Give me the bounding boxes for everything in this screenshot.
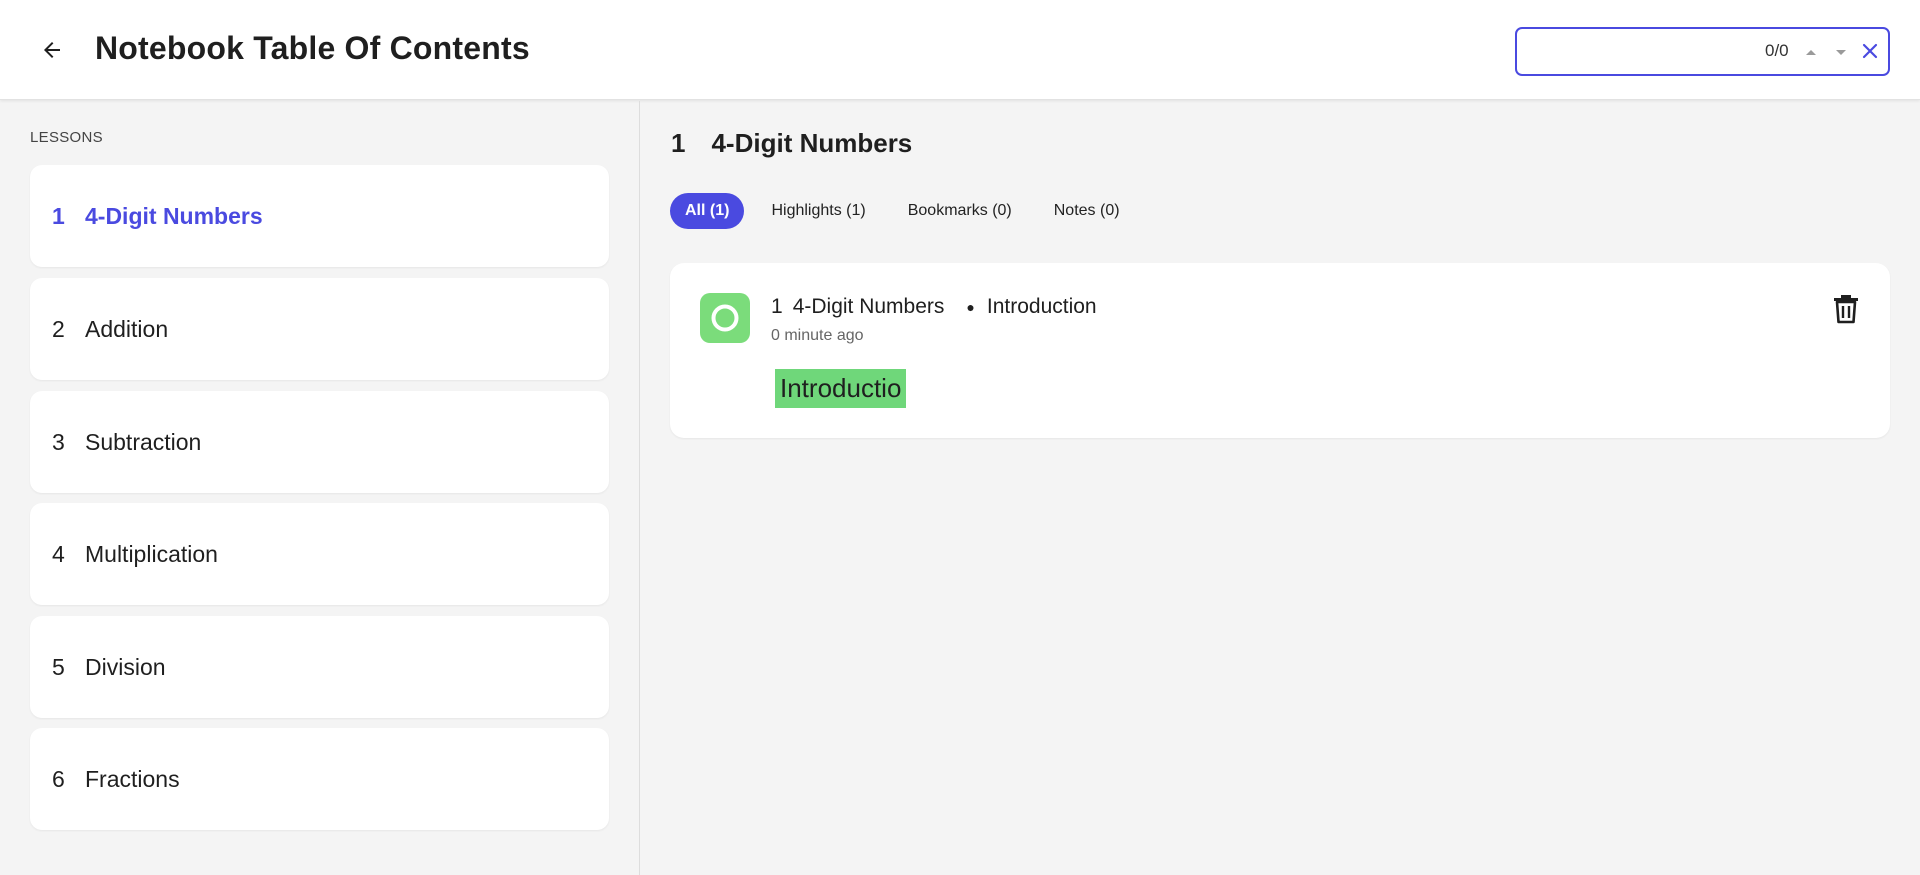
chevron-up-icon[interactable] bbox=[1802, 42, 1820, 62]
circle-icon bbox=[711, 304, 739, 332]
lesson-name: Multiplication bbox=[85, 540, 218, 567]
app-header: Notebook Table Of Contents 0/0 bbox=[0, 0, 1920, 100]
note-card[interactable]: 1 4-Digit Numbers ● Introduction 0 minut… bbox=[670, 263, 1890, 438]
filter-tabs: All (1) Highlights (1) Bookmarks (0) Not… bbox=[670, 193, 1147, 229]
sidebar-item-lesson-4[interactable]: 4 Multiplication bbox=[30, 503, 609, 605]
lesson-title: 1 4-Digit Numbers bbox=[671, 128, 912, 159]
lesson-number: 3 bbox=[52, 428, 65, 455]
sidebar-item-lesson-2[interactable]: 2 Addition bbox=[30, 278, 609, 380]
lesson-number: 2 bbox=[52, 315, 65, 342]
sidebar-item-lesson-1[interactable]: 1 4-Digit Numbers bbox=[30, 165, 609, 267]
lesson-number: 5 bbox=[52, 653, 65, 680]
lesson-number: 6 bbox=[52, 765, 65, 792]
search-box: 0/0 bbox=[1515, 27, 1890, 76]
search-count: 0/0 bbox=[1765, 41, 1789, 60]
sidebar-item-lesson-3[interactable]: 3 Subtraction bbox=[30, 391, 609, 493]
back-button[interactable] bbox=[34, 32, 70, 68]
note-lesson-number: 1 bbox=[771, 295, 783, 318]
bullet-separator: ● bbox=[966, 299, 975, 315]
sidebar-item-lesson-5[interactable]: 5 Division bbox=[30, 616, 609, 718]
lesson-name: Division bbox=[85, 653, 166, 680]
search-input[interactable] bbox=[1529, 39, 1729, 65]
trash-icon[interactable] bbox=[1830, 291, 1862, 325]
lesson-title-text: 4-Digit Numbers bbox=[711, 128, 913, 158]
note-title: 1 4-Digit Numbers ● Introduction bbox=[771, 295, 1097, 319]
page-title: Notebook Table Of Contents bbox=[95, 30, 530, 66]
arrow-left-icon bbox=[44, 42, 60, 58]
tab-highlights[interactable]: Highlights (1) bbox=[756, 193, 880, 229]
note-section: Introduction bbox=[986, 295, 1097, 318]
tab-bookmarks[interactable]: Bookmarks (0) bbox=[893, 193, 1027, 229]
sidebar-item-lesson-6[interactable]: 6 Fractions bbox=[30, 728, 609, 830]
lesson-number: 4 bbox=[52, 540, 65, 567]
lesson-name: 4-Digit Numbers bbox=[85, 202, 263, 229]
sidebar-heading: LESSONS bbox=[30, 129, 103, 146]
tab-all[interactable]: All (1) bbox=[670, 193, 745, 229]
tab-notes[interactable]: Notes (0) bbox=[1039, 193, 1135, 229]
note-lesson-name: 4-Digit Numbers bbox=[792, 295, 945, 318]
lesson-name: Fractions bbox=[85, 765, 180, 792]
note-timestamp: 0 minute ago bbox=[771, 327, 864, 344]
close-icon[interactable] bbox=[1859, 40, 1881, 62]
highlighted-text[interactable]: Introductio bbox=[775, 369, 907, 408]
chevron-down-icon[interactable] bbox=[1832, 42, 1850, 62]
lesson-name: Subtraction bbox=[85, 428, 202, 455]
lesson-name: Addition bbox=[85, 315, 169, 342]
lessons-sidebar: LESSONS 1 4-Digit Numbers 2 Addition 3 S… bbox=[0, 101, 640, 875]
lesson-title-number: 1 bbox=[671, 128, 686, 158]
highlight-icon bbox=[700, 293, 750, 343]
lesson-number: 1 bbox=[52, 202, 65, 229]
